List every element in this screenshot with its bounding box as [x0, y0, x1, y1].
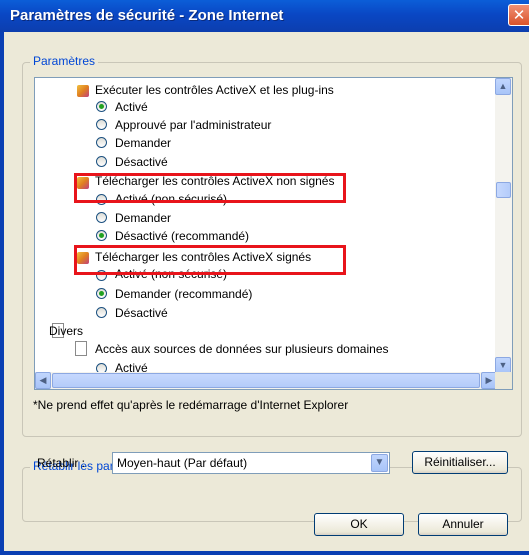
reset-button[interactable]: Réinitialiser... — [412, 451, 508, 474]
reset-label: Rétablir : — [37, 456, 86, 470]
tree-item-data-access: Accès aux sources de données sur plusieu… — [95, 342, 389, 356]
chevron-down-icon[interactable]: ▼ — [371, 454, 388, 472]
scroll-up-button[interactable]: ▲ — [495, 78, 511, 95]
reset-level-value: Moyen-haut (Par défaut) — [117, 456, 248, 470]
window-frame-bottom — [0, 551, 529, 555]
radio-unsigned-disabled[interactable] — [96, 230, 107, 241]
settings-group-label: Paramètres — [30, 54, 99, 68]
horizontal-scrollbar[interactable]: ◀ ▶ — [35, 372, 497, 389]
tree-item-misc: Divers — [49, 324, 84, 338]
option-label: Désactivé — [115, 155, 168, 169]
setting-icon — [75, 341, 87, 356]
activex-settings-icon — [77, 85, 89, 97]
title-bar: Paramètres de sécurité - Zone Internet ✕ — [0, 0, 529, 32]
radio-activex-run-prompt[interactable] — [96, 137, 107, 148]
vertical-scrollbar[interactable]: ▲ ▼ — [495, 78, 512, 374]
settings-tree[interactable]: Exécuter les contrôles ActiveX et les pl… — [34, 77, 513, 390]
window-title: Paramètres de sécurité - Zone Internet — [10, 7, 284, 24]
radio-signed-prompt[interactable] — [96, 288, 107, 299]
radio-activex-run-admin[interactable] — [96, 119, 107, 130]
vertical-scroll-thumb[interactable] — [496, 182, 511, 198]
close-icon: ✕ — [512, 7, 526, 24]
option-label: Demander — [115, 211, 172, 225]
radio-signed-disabled[interactable] — [96, 307, 107, 318]
option-label: Désactivé (recommandé) — [115, 229, 250, 243]
scrollbar-corner — [495, 372, 512, 389]
restart-note: *Ne prend effet qu'après le redémarrage … — [33, 398, 349, 412]
scroll-left-button[interactable]: ◀ — [35, 372, 51, 389]
close-button[interactable]: ✕ — [508, 4, 529, 26]
reset-level-select[interactable]: Moyen-haut (Par défaut) ▼ — [112, 452, 390, 474]
option-label: Désactivé — [115, 306, 168, 320]
tree-item-activex-run: Exécuter les contrôles ActiveX et les pl… — [95, 83, 334, 97]
option-label: Approuvé par l'administrateur — [115, 118, 272, 132]
horizontal-scroll-thumb[interactable] — [52, 373, 480, 388]
radio-unsigned-prompt[interactable] — [96, 212, 107, 223]
radio-activex-run-disabled[interactable] — [96, 156, 107, 167]
option-label: Demander — [115, 136, 172, 150]
highlight-box-signed — [74, 245, 346, 275]
cancel-button[interactable]: Annuler — [418, 513, 508, 536]
radio-activex-run-enabled[interactable] — [96, 101, 107, 112]
option-label: Activé — [115, 100, 148, 114]
option-label: Demander (recommandé) — [115, 287, 253, 301]
ok-button[interactable]: OK — [314, 513, 404, 536]
highlight-box-unsigned — [74, 173, 346, 203]
